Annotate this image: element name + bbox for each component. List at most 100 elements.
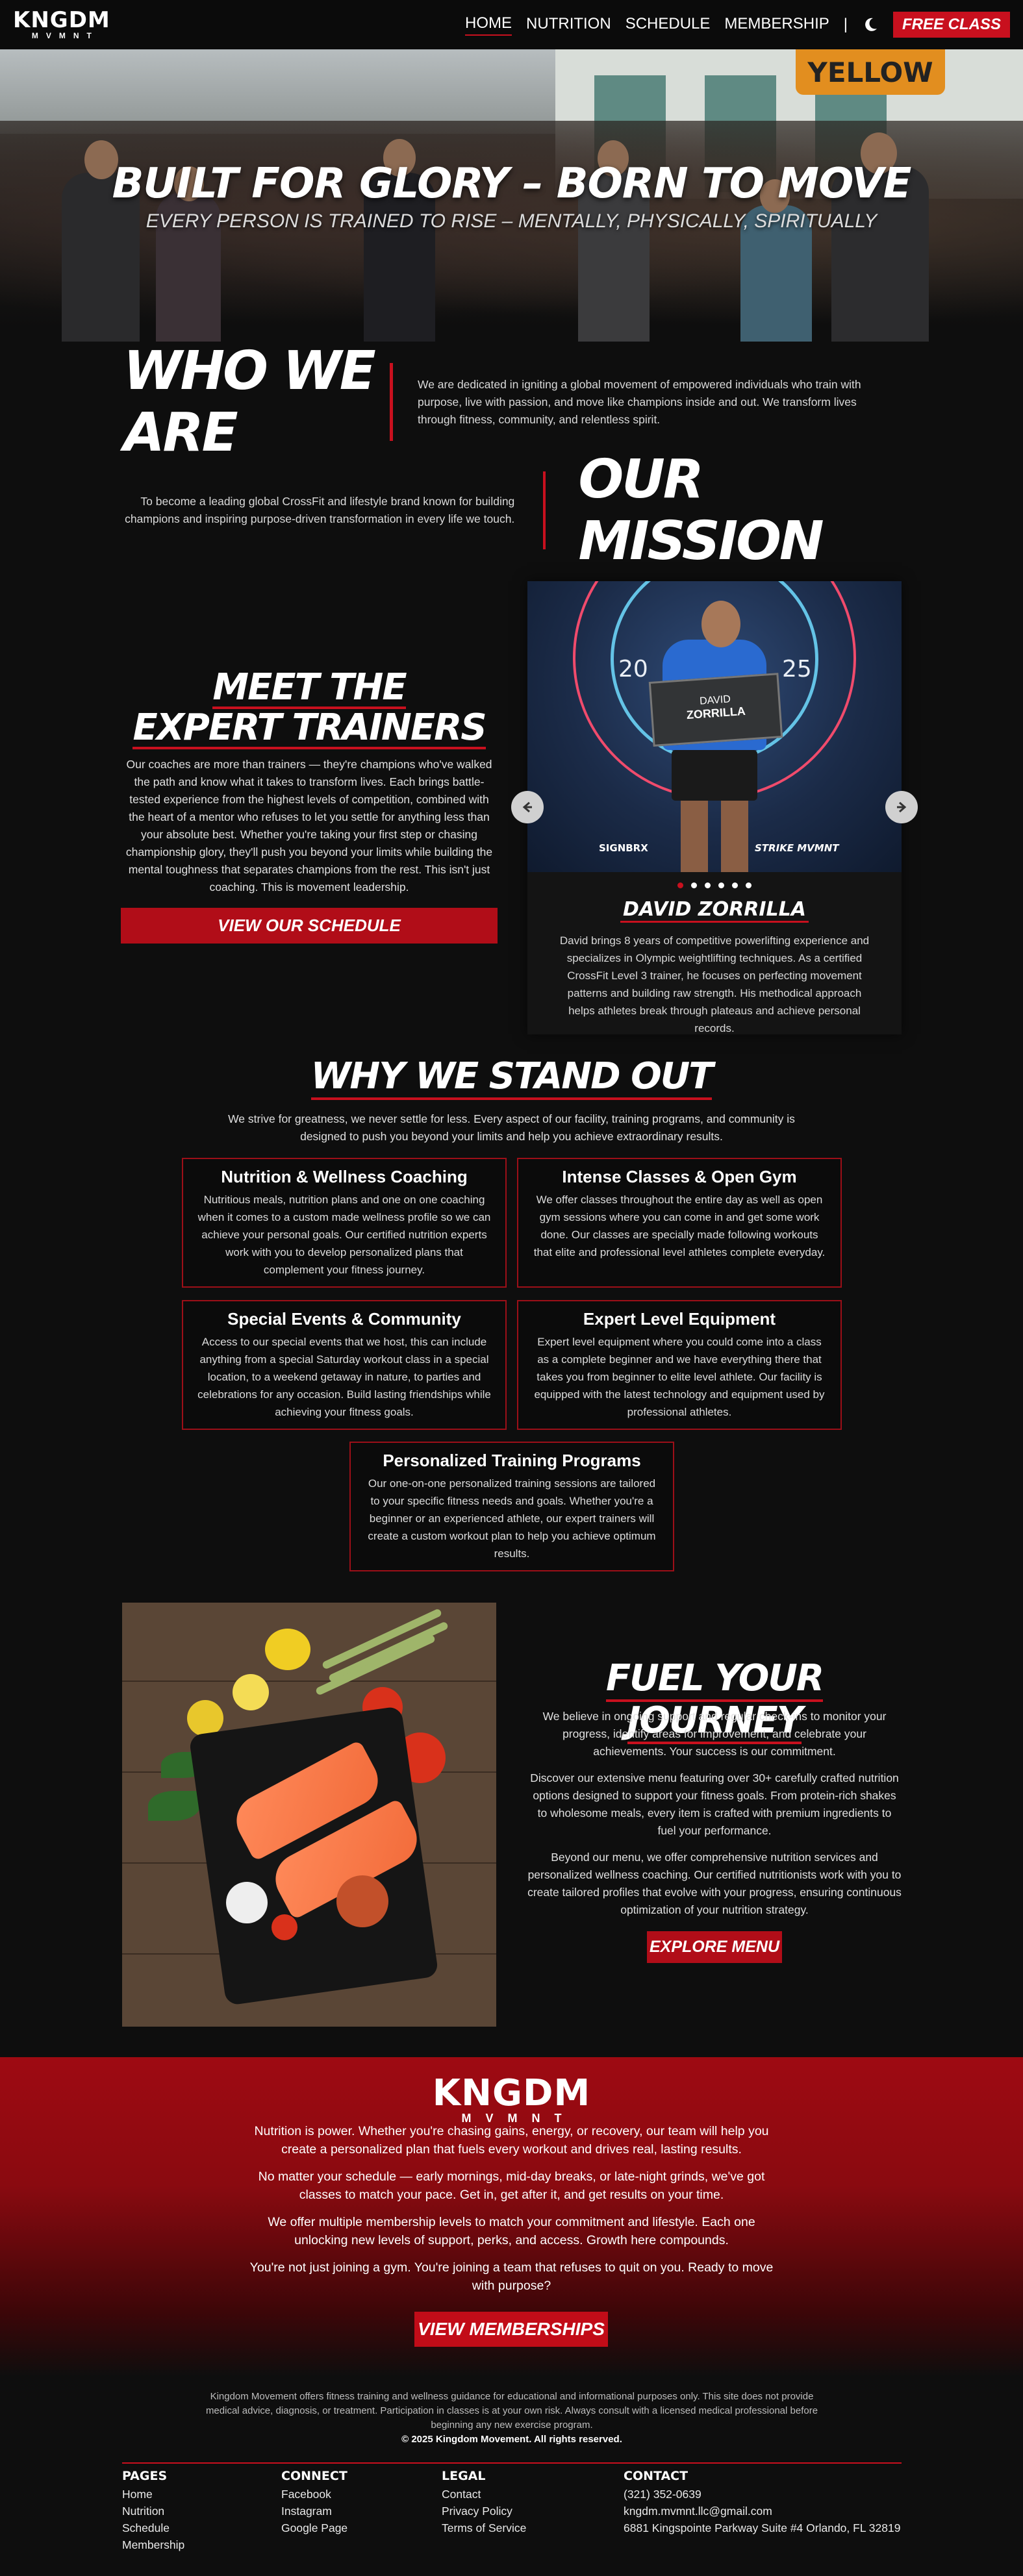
footer-address[interactable]: 6881 Kingspointe Parkway Suite #4 Orland…: [624, 2520, 900, 2536]
footer-heading: CONNECT: [281, 2469, 347, 2483]
membership-cta: KNGDM MVMNT Nutrition is power. Whether …: [0, 2057, 1023, 2377]
feature-card-text: We offer classes throughout the entire d…: [533, 1194, 826, 1258]
fuel-paragraph: Beyond our menu, we offer comprehensive …: [527, 1851, 902, 1916]
footer-column-contact: CONTACT (321) 352-0639 kngdm.mvmnt.llc@g…: [624, 2468, 900, 2536]
arrow-right-icon: [897, 801, 907, 813]
feature-card: Nutrition & Wellness Coaching Nutritious…: [182, 1158, 507, 1288]
feature-card-title: Personalized Training Programs: [383, 1451, 641, 1470]
feature-card-title: Intense Classes & Open Gym: [562, 1167, 797, 1186]
year-left: 20: [618, 656, 648, 682]
feature-card-title: Special Events & Community: [227, 1309, 461, 1329]
footer-link-home[interactable]: Home: [122, 2486, 184, 2503]
cta-logo: KNGDM MVMNT: [0, 2075, 1023, 2125]
cta-paragraph: We offer multiple membership levels to m…: [268, 2215, 755, 2247]
hero-subtitle: EVERY PERSON IS TRAINED TO RISE – MENTAL…: [145, 210, 878, 232]
fuel-paragraph: We believe in ongoing support and regula…: [542, 1710, 887, 1758]
feature-card-text: Nutritious meals, nutrition plans and on…: [197, 1194, 491, 1276]
red-divider: [390, 363, 393, 441]
nav-separator: |: [843, 16, 848, 33]
disclaimer: Kingdom Movement offers fitness training…: [194, 2390, 830, 2447]
hero-text: BUILT FOR GLORY – BORN TO MOVE EVERY PER…: [0, 160, 1023, 232]
carousel-dot[interactable]: [677, 882, 683, 888]
nav-link-membership[interactable]: MEMBERSHIP: [724, 15, 829, 35]
mission-section: To become a leading global CrossFit and …: [123, 449, 900, 572]
who-we-are-text: We are dedicated in igniting a global mo…: [418, 377, 861, 426]
footer-link-membership[interactable]: Membership: [122, 2536, 184, 2553]
free-class-button[interactable]: FREE CLASS: [892, 12, 1010, 38]
explore-menu-button[interactable]: EXPLORE MENU: [647, 1931, 782, 1963]
disclaimer-text: Kingdom Movement offers fitness training…: [205, 2391, 818, 2431]
trainer-carousel: 20 25 DAVID ZORRILLA SIGNBRX STRIKE MVMN…: [527, 581, 902, 1034]
footer-heading: CONTACT: [624, 2469, 688, 2483]
footer-email[interactable]: kngdm.mvmnt.llc@gmail.com: [624, 2503, 900, 2520]
nav-link-nutrition[interactable]: NUTRITION: [526, 15, 611, 35]
cta-text: Nutrition is power. Whether you're chasi…: [247, 2122, 776, 2304]
trainer-name-text: DAVID ZORRILLA: [620, 898, 809, 923]
feature-card: Expert Level Equipment Expert level equi…: [517, 1300, 842, 1430]
award-plaque: DAVID ZORRILLA: [648, 673, 783, 747]
view-memberships-button[interactable]: VIEW MEMBERSHIPS: [414, 2312, 608, 2347]
food-photo: [122, 1603, 496, 2027]
top-nav: KNGDM MVMNT HOME NUTRITION SCHEDULE MEMB…: [0, 0, 1023, 49]
copyright: © 2025 Kingdom Movement. All rights rese…: [401, 2434, 622, 2445]
sponsor-left: SIGNBRX: [599, 842, 648, 854]
footer-column-connect: CONNECT Facebook Instagram Google Page: [281, 2468, 347, 2536]
logo-subtext: MVMNT: [31, 31, 99, 40]
mission-title: OUR MISSION: [578, 449, 824, 572]
moon-icon[interactable]: [862, 16, 879, 33]
footer-column-legal: LEGAL Contact Privacy Policy Terms of Se…: [442, 2468, 526, 2536]
trainer-photo: 20 25 DAVID ZORRILLA SIGNBRX STRIKE MVMN…: [527, 581, 902, 872]
carousel-dot[interactable]: [746, 882, 751, 888]
feature-card-text: Expert level equipment where you could c…: [534, 1336, 825, 1418]
footer-link-facebook[interactable]: Facebook: [281, 2486, 347, 2503]
footer-phone[interactable]: (321) 352-0639: [624, 2486, 900, 2503]
why-title: WHY WE STAND OUT: [0, 1055, 1023, 1100]
nav-link-schedule[interactable]: SCHEDULE: [625, 15, 711, 35]
carousel-next-button[interactable]: [885, 791, 918, 823]
memberships-wrapper: VIEW MEMBERSHIPS: [414, 2312, 608, 2347]
feature-card: Intense Classes & Open Gym We offer clas…: [517, 1158, 842, 1288]
feature-card-text: Our one-on-one personalized training ses…: [368, 1477, 656, 1560]
footer-link-contact[interactable]: Contact: [442, 2486, 526, 2503]
site-logo[interactable]: KNGDM MVMNT: [13, 9, 110, 40]
footer-link-instagram[interactable]: Instagram: [281, 2503, 347, 2520]
why-intro: We strive for greatness, we never settle…: [228, 1112, 795, 1143]
hero-banner: YELLOW BUILT FOR GLORY – BORN TO MOVE EV…: [0, 49, 1023, 342]
footer-heading: LEGAL: [442, 2469, 486, 2483]
sponsor-right: STRIKE MVMNT: [755, 842, 839, 854]
carousel-dots: [527, 882, 902, 888]
nav-link-home[interactable]: HOME: [465, 14, 512, 36]
footer-column-pages: PAGES Home Nutrition Schedule Membership: [122, 2468, 184, 2553]
footer-divider: [122, 2462, 902, 2464]
carousel-dot[interactable]: [705, 882, 711, 888]
footer-link-google[interactable]: Google Page: [281, 2520, 347, 2536]
feature-card-title: Nutrition & Wellness Coaching: [221, 1167, 468, 1186]
year-right: 25: [782, 656, 812, 682]
who-we-are-section: WHO WE ARE We are dedicated in igniting …: [123, 340, 900, 464]
carousel-dot[interactable]: [732, 882, 738, 888]
trainer-name: DAVID ZORRILLA: [527, 898, 902, 923]
mission-text: To become a leading global CrossFit and …: [125, 495, 515, 525]
footer-link-schedule[interactable]: Schedule: [122, 2520, 184, 2536]
trainers-intro: MEET THE EXPERT TRAINERS Our coaches are…: [121, 669, 498, 944]
fuel-text: We believe in ongoing support and regula…: [527, 1708, 902, 1928]
cta-paragraph: No matter your schedule — early mornings…: [258, 2170, 765, 2202]
trainers-title-line1: MEET THE: [212, 666, 407, 709]
explore-menu-wrapper: EXPLORE MENU: [647, 1931, 782, 1966]
hero-title: BUILT FOR GLORY – BORN TO MOVE: [112, 160, 912, 208]
carousel-dot[interactable]: [691, 882, 697, 888]
trainers-text: Our coaches are more than trainers — the…: [125, 758, 493, 894]
footer-link-nutrition[interactable]: Nutrition: [122, 2503, 184, 2520]
footer-link-privacy[interactable]: Privacy Policy: [442, 2503, 526, 2520]
red-divider: [543, 471, 546, 549]
nav-links: HOME NUTRITION SCHEDULE MEMBERSHIP | FRE…: [465, 12, 1010, 38]
fuel-paragraph: Discover our extensive menu featuring ov…: [530, 1771, 899, 1837]
feature-card: Personalized Training Programs Our one-o…: [349, 1442, 674, 1571]
why-title-text: WHY WE STAND OUT: [310, 1055, 713, 1100]
carousel-prev-button[interactable]: [511, 791, 544, 823]
feature-card: Special Events & Community Access to our…: [182, 1300, 507, 1430]
footer-link-terms[interactable]: Terms of Service: [442, 2520, 526, 2536]
carousel-dot[interactable]: [718, 882, 724, 888]
view-schedule-button[interactable]: VIEW OUR SCHEDULE: [121, 908, 498, 944]
cta-logo-wordmark: KNGDM: [432, 2072, 591, 2114]
